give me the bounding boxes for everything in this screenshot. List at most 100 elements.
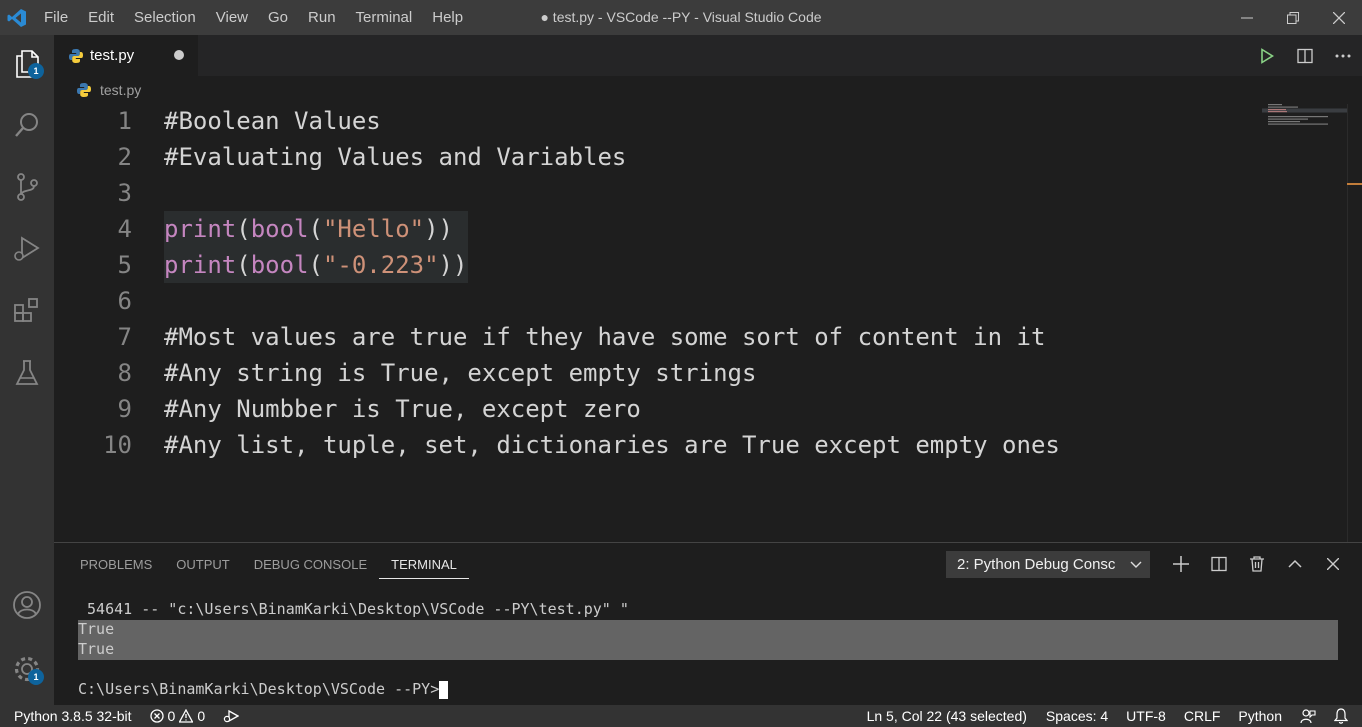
maximize-panel-button[interactable] <box>1276 549 1314 579</box>
code-text: #Any string is True, except empty string… <box>164 359 757 387</box>
language-mode[interactable]: Python <box>1229 708 1291 724</box>
python-interpreter[interactable]: Python 3.8.5 32-bit <box>0 708 141 724</box>
terminal-line: True <box>78 640 115 658</box>
close-icon <box>1327 558 1339 570</box>
split-terminal-button[interactable] <box>1200 549 1238 579</box>
cursor-position[interactable]: Ln 5, Col 22 (43 selected) <box>858 708 1036 724</box>
code-text: #Any Numbber is True, except zero <box>164 395 641 423</box>
split-terminal-icon <box>1211 556 1227 572</box>
scrollbar-selection-marker <box>1347 183 1362 185</box>
notifications-button[interactable] <box>1325 708 1362 724</box>
editor-scrollbar[interactable] <box>1347 104 1361 542</box>
tab-debug-console[interactable]: DEBUG CONSOLE <box>242 551 379 579</box>
debug-alt-icon <box>223 709 240 723</box>
print-keyword: print <box>164 251 237 279</box>
bool-keyword: bool <box>250 251 309 279</box>
trash-icon <box>1250 556 1264 572</box>
search-button[interactable] <box>0 101 54 149</box>
minimap[interactable] <box>1262 104 1347 144</box>
terminal-select[interactable]: 2: Python Debug Consc <box>946 551 1150 578</box>
restore-button[interactable] <box>1270 0 1316 35</box>
close-window-button[interactable] <box>1316 0 1362 35</box>
menu-terminal[interactable]: Terminal <box>346 0 423 35</box>
more-actions-button[interactable] <box>1324 35 1362 76</box>
terminal-prompt: C:\Users\BinamKarki\Desktop\VSCode --PY> <box>78 680 440 698</box>
debug-status-button[interactable] <box>214 709 248 723</box>
bottom-panel: PROBLEMS OUTPUT DEBUG CONSOLE TERMINAL 2… <box>54 542 1362 705</box>
accounts-button[interactable] <box>0 581 54 629</box>
close-panel-button[interactable] <box>1314 549 1352 579</box>
code-text: #Boolean Values <box>164 107 381 135</box>
new-terminal-button[interactable] <box>1162 549 1200 579</box>
split-editor-button[interactable] <box>1286 35 1324 76</box>
manage-button[interactable]: 1 <box>0 645 54 693</box>
code-text: #Evaluating Values and Variables <box>164 143 627 171</box>
tab-problems[interactable]: PROBLEMS <box>68 551 164 579</box>
string-literal: "Hello" <box>322 215 425 243</box>
error-icon <box>149 709 164 723</box>
line-number: 7 <box>117 323 132 351</box>
warning-count: 0 <box>197 708 206 724</box>
breadcrumb[interactable]: test.py <box>54 76 141 104</box>
explorer-button[interactable]: 1 <box>0 39 54 87</box>
code-text: #Most values are true if they have some … <box>164 323 1046 351</box>
panel-tabs: PROBLEMS OUTPUT DEBUG CONSOLE TERMINAL <box>68 551 469 579</box>
line-number: 8 <box>117 359 132 387</box>
code-line: 1 #Boolean Values <box>54 103 1274 139</box>
code-line: 4 print(bool("Hello")) <box>54 211 1274 247</box>
terminal-cursor <box>439 680 449 699</box>
unsaved-dot-icon[interactable] <box>174 50 184 60</box>
tab-terminal[interactable]: TERMINAL <box>379 551 469 579</box>
tab-test-py[interactable]: test.py <box>54 35 198 76</box>
search-icon <box>15 113 38 137</box>
encoding[interactable]: UTF-8 <box>1117 708 1175 724</box>
run-python-file-button[interactable] <box>1248 35 1286 76</box>
minimize-button[interactable] <box>1224 0 1270 35</box>
python-file-icon <box>69 48 83 63</box>
menu-view[interactable]: View <box>206 0 258 35</box>
bell-icon <box>1334 708 1348 724</box>
editor-tab-bar: test.py <box>54 35 1362 76</box>
code-line: 10 #Any list, tuple, set, dictionaries ar… <box>54 427 1274 463</box>
closing-parens: )) <box>424 215 454 243</box>
line-number: 6 <box>117 287 132 315</box>
close-icon <box>1333 11 1345 24</box>
end-of-line[interactable]: CRLF <box>1175 708 1230 724</box>
terminal-output[interactable]: 54641 -- "c:\Users\BinamKarki\Desktop\VS… <box>78 599 1338 699</box>
terminal-line: True <box>78 620 115 638</box>
restore-icon <box>1287 11 1299 24</box>
feedback-button[interactable] <box>1291 708 1325 724</box>
title-bar: File Edit Selection View Go Run Terminal… <box>0 0 1362 35</box>
minimap-preview <box>1262 104 1347 125</box>
testing-button[interactable] <box>0 349 54 397</box>
menu-selection[interactable]: Selection <box>124 0 206 35</box>
menu-help[interactable]: Help <box>422 0 473 35</box>
tab-output[interactable]: OUTPUT <box>164 551 241 579</box>
code-line: 9 #Any Numbber is True, except zero <box>54 391 1274 427</box>
code-line: 8 #Any string is True, except empty strin… <box>54 355 1274 391</box>
run-debug-button[interactable] <box>0 225 54 273</box>
source-control-icon <box>17 173 38 201</box>
print-keyword: print <box>164 215 237 243</box>
kill-terminal-button[interactable] <box>1238 549 1276 579</box>
source-control-button[interactable] <box>0 163 54 211</box>
indentation[interactable]: Spaces: 4 <box>1036 708 1117 724</box>
extensions-button[interactable] <box>0 287 54 335</box>
code-line: 5 print(bool("-0.223")) <box>54 247 1274 283</box>
menu-run[interactable]: Run <box>298 0 346 35</box>
terminal-prompt-line: C:\Users\BinamKarki\Desktop\VSCode --PY> <box>78 679 1338 699</box>
menu-edit[interactable]: Edit <box>78 0 124 35</box>
menu-go[interactable]: Go <box>258 0 298 35</box>
chevron-down-icon <box>1130 551 1142 587</box>
error-count: 0 <box>167 708 176 724</box>
line-number: 5 <box>117 251 132 279</box>
menu-file[interactable]: File <box>34 0 78 35</box>
bool-keyword: bool <box>250 215 309 243</box>
debug-icon <box>14 236 40 261</box>
menu-bar: File Edit Selection View Go Run Terminal… <box>34 0 473 35</box>
feedback-icon <box>1300 709 1316 724</box>
extensions-icon <box>14 298 38 322</box>
problems-indicator[interactable]: 0 0 <box>141 708 215 724</box>
code-editor[interactable]: 1 #Boolean Values 2 #Evaluating Values and… <box>54 104 1362 542</box>
minimize-icon <box>1241 17 1253 18</box>
